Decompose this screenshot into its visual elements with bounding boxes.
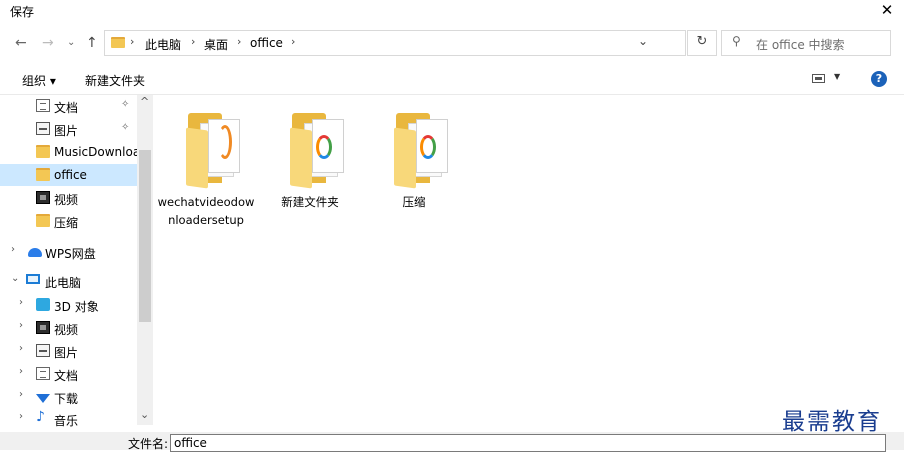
nav-item-label: 视频 xyxy=(54,323,79,337)
folder-icon xyxy=(36,145,50,158)
pin-icon[interactable]: ✧ xyxy=(121,99,129,110)
folder-icon xyxy=(290,113,344,189)
watermark-logo: 最需教育 xyxy=(782,409,882,435)
view-dropdown-icon[interactable]: ▼ xyxy=(834,72,840,81)
picture-icon xyxy=(36,344,50,357)
file-item[interactable]: 压缩 xyxy=(364,95,464,235)
nav-item-label: 音乐 xyxy=(54,414,79,428)
download-icon xyxy=(36,394,50,403)
filename-label: 文件名: xyxy=(128,437,169,451)
title-bar: 保存 ✕ xyxy=(0,0,904,24)
expand-chevron-icon[interactable]: › xyxy=(19,343,23,354)
folder-icon xyxy=(36,214,50,227)
nav-item-label: 文档 xyxy=(54,101,79,115)
file-item[interactable]: wechatvideodownloadersetup xyxy=(156,95,256,235)
nav-item-musicdownload[interactable]: MusicDownloa xyxy=(0,141,141,163)
nav-item-label: WPS网盘 xyxy=(45,247,96,261)
file-name: wechatvideodownloadersetup xyxy=(157,195,255,227)
file-item[interactable]: 新建文件夹 xyxy=(260,95,360,235)
nav-item-documents-pc[interactable]: › 文档 xyxy=(0,363,137,385)
window-title: 保存 xyxy=(10,5,35,19)
cloud-icon xyxy=(28,248,42,257)
new-folder-button[interactable]: 新建文件夹 xyxy=(85,72,145,89)
nav-item-videos-pc[interactable]: › 视频 xyxy=(0,317,137,339)
breadcrumb-separator[interactable]: › xyxy=(237,35,241,48)
folder-setup-icon xyxy=(186,113,240,189)
pin-icon[interactable]: ✧ xyxy=(121,122,129,133)
document-icon xyxy=(36,99,50,112)
nav-item-label: 下载 xyxy=(54,392,79,406)
help-icon[interactable]: ? xyxy=(871,71,887,87)
view-options-icon[interactable] xyxy=(812,74,825,83)
navigation-scrollbar[interactable]: ^ ⌄ xyxy=(137,95,153,425)
document-icon xyxy=(36,367,50,380)
address-dropdown-icon[interactable]: ⌄ xyxy=(638,34,648,48)
folder-icon xyxy=(394,113,448,189)
back-arrow-icon[interactable]: ← xyxy=(15,35,27,51)
organize-button[interactable]: 组织 ▾ xyxy=(22,72,56,89)
nav-item-compressed[interactable]: 压缩 xyxy=(0,210,137,232)
nav-item-3d-objects[interactable]: › 3D 对象 xyxy=(0,294,137,316)
folder-icon xyxy=(36,168,50,181)
nav-item-label: 3D 对象 xyxy=(54,300,99,314)
scroll-up-icon[interactable]: ^ xyxy=(140,95,149,108)
nav-item-downloads[interactable]: › 下载 xyxy=(0,386,137,408)
nav-item-label: MusicDownloa xyxy=(54,145,141,159)
expand-chevron-icon[interactable]: › xyxy=(19,320,23,331)
nav-item-label: 视频 xyxy=(54,193,79,207)
address-row: ← → ⌄ ↑ › 此电脑 › 桌面 › office › ⌄ ↻ ⚲ 在 of… xyxy=(0,28,904,60)
scroll-down-icon[interactable]: ⌄ xyxy=(140,408,149,421)
breadcrumb-separator[interactable]: › xyxy=(291,35,295,48)
recent-locations-chevron-icon[interactable]: ⌄ xyxy=(67,37,75,48)
filename-row: 文件名: office xyxy=(0,432,904,452)
nav-item-label: 文档 xyxy=(54,369,79,383)
expand-chevron-icon[interactable]: › xyxy=(19,411,23,422)
music-icon: ♪ xyxy=(36,409,45,425)
nav-item-label: 此电脑 xyxy=(45,276,82,290)
expand-chevron-icon[interactable]: › xyxy=(19,366,23,377)
up-arrow-icon[interactable]: ↑ xyxy=(86,35,98,51)
address-bar[interactable]: › 此电脑 › 桌面 › office › ⌄ xyxy=(104,30,686,56)
refresh-button[interactable]: ↻ xyxy=(687,30,717,56)
nav-item-pictures[interactable]: 图片 ✧ xyxy=(0,118,137,140)
nav-item-label: office xyxy=(54,168,87,182)
nav-item-pictures-pc[interactable]: › 图片 xyxy=(0,340,137,362)
video-icon xyxy=(36,321,50,334)
navigation-pane: 文档 ✧ 图片 ✧ MusicDownloa office 视频 压缩 › WP… xyxy=(0,95,154,428)
video-icon xyxy=(36,191,50,204)
computer-icon xyxy=(26,274,40,284)
expand-chevron-icon[interactable]: › xyxy=(19,297,23,308)
nav-item-wps-cloud[interactable]: › WPS网盘 xyxy=(0,241,137,263)
file-list: wechatvideodownloadersetup 新建文件夹 压缩 xyxy=(156,95,904,425)
filename-field[interactable]: office xyxy=(170,434,886,452)
breadcrumb-office[interactable]: office xyxy=(250,36,283,50)
nav-item-music[interactable]: › ♪ 音乐 xyxy=(0,408,137,430)
search-icon: ⚲ xyxy=(732,34,741,48)
nav-item-documents[interactable]: 文档 ✧ xyxy=(0,95,137,117)
breadcrumb-separator[interactable]: › xyxy=(191,35,195,48)
nav-item-office[interactable]: office xyxy=(0,164,137,186)
close-button[interactable]: ✕ xyxy=(870,0,904,22)
nav-item-label: 图片 xyxy=(54,346,79,360)
file-name: 压缩 xyxy=(402,195,426,209)
folder-icon xyxy=(111,37,125,48)
search-box[interactable]: ⚲ 在 office 中搜索 xyxy=(721,30,891,56)
breadcrumb-separator[interactable]: › xyxy=(130,35,134,48)
nav-item-videos[interactable]: 视频 xyxy=(0,187,137,209)
picture-icon xyxy=(36,122,50,135)
scroll-thumb[interactable] xyxy=(139,150,151,322)
nav-item-label: 图片 xyxy=(54,124,79,138)
search-placeholder: 在 office 中搜索 xyxy=(756,38,845,52)
breadcrumb-this-pc[interactable]: 此电脑 xyxy=(145,36,181,53)
collapse-chevron-icon[interactable]: ⌄ xyxy=(11,273,19,284)
breadcrumb-desktop[interactable]: 桌面 xyxy=(204,36,228,53)
expand-chevron-icon[interactable]: › xyxy=(11,244,15,255)
command-bar: 组织 ▾ 新建文件夹 ▼ ? xyxy=(0,64,904,95)
expand-chevron-icon[interactable]: › xyxy=(19,389,23,400)
nav-item-label: 压缩 xyxy=(54,216,79,230)
file-name: 新建文件夹 xyxy=(281,195,339,209)
forward-arrow-icon[interactable]: → xyxy=(42,35,54,51)
nav-item-this-pc[interactable]: ⌄ 此电脑 xyxy=(0,270,137,292)
3d-objects-icon xyxy=(36,298,50,311)
